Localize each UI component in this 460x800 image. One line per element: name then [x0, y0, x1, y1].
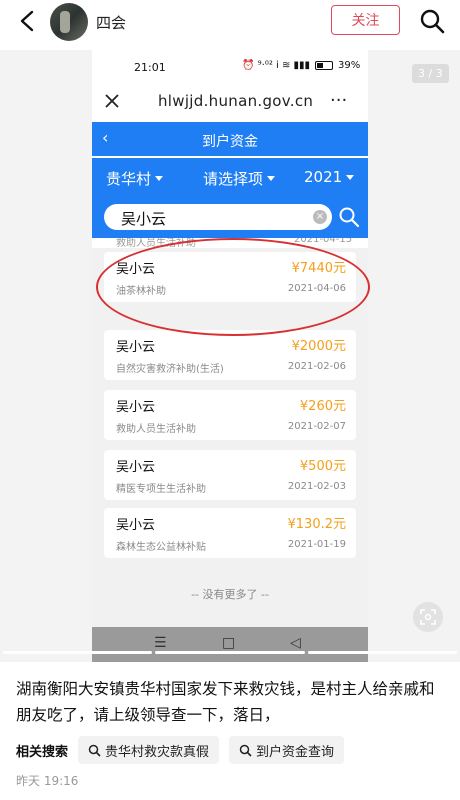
list-item[interactable]: 吴小云 ¥7440元 油茶林补助 2021-04-06: [104, 252, 356, 302]
post-caption: 湖南衡阳大安镇贵华村国家发下来救灾钱，是村主人给亲戚和朋友吃了，请上级领导查一下…: [16, 680, 435, 724]
record-name: 吴小云: [116, 340, 156, 355]
record-amount: ¥7440元: [291, 261, 346, 276]
record-name: 吴小云: [116, 262, 156, 277]
related-search-chip[interactable]: 到户资金查询: [229, 736, 345, 764]
close-icon[interactable]: [102, 91, 122, 111]
list-item-partial: 救助人员生活补助 2021-04-15: [92, 238, 368, 248]
page-title: 到户资金: [202, 134, 258, 150]
search-icon: [88, 744, 101, 757]
chip-label: 贵华村救灾款真假: [105, 744, 210, 760]
dropdown-caret-icon: [346, 174, 355, 180]
record-date: 2021-04-06: [287, 283, 346, 294]
top-bar: 四会 关注: [0, 0, 460, 44]
dropdown-caret-icon: [267, 176, 276, 181]
record-date: 2021-02-03: [287, 481, 346, 492]
list-item[interactable]: 吴小云 ¥130.2元 森林生态公益林补贴 2021-01-19: [104, 508, 356, 558]
record-type: 油茶林补助: [116, 286, 166, 297]
status-icons: ⏰ ⁹·⁰² 𝗂 ≋ ▮▮▮ 39%: [242, 60, 360, 71]
related-search-chip[interactable]: 贵华村救灾款真假: [78, 736, 220, 764]
battery-percent: 39%: [338, 60, 361, 71]
record-date: 2021-02-07: [287, 421, 346, 432]
year-dropdown[interactable]: 2021: [304, 168, 355, 186]
battery-icon: [315, 61, 334, 70]
search-icon: [239, 744, 252, 757]
clear-icon[interactable]: ×: [313, 210, 327, 224]
record-type: 精医专项生生活补助: [116, 484, 206, 495]
village-label: 贵华村: [106, 170, 152, 188]
related-label: 相关搜索: [16, 744, 69, 760]
village-dropdown[interactable]: 贵华村: [106, 168, 164, 189]
chip-label: 到户资金查询: [256, 744, 335, 760]
more-menu-icon[interactable]: ···: [330, 90, 347, 111]
username[interactable]: 四会: [96, 12, 126, 33]
option-label: 请选择项: [203, 170, 264, 188]
record-type: 救助人员生活补助: [116, 424, 196, 435]
year-label: 2021: [304, 168, 343, 186]
post-timestamp: 昨天 19:16: [16, 774, 79, 788]
record-name: 吴小云: [116, 460, 156, 475]
browser-url: hlwjjd.hunan.gov.cn: [158, 92, 314, 110]
progress-segment: [3, 651, 153, 654]
search-field[interactable]: 吴小云 ×: [104, 204, 332, 230]
browser-bar: hlwjjd.hunan.gov.cn ···: [92, 84, 368, 120]
search-icon: [420, 9, 445, 34]
progress-segment: [307, 651, 457, 654]
image-counter: 3 / 3: [412, 64, 449, 83]
search-value: 吴小云: [121, 210, 167, 228]
record-amount: ¥130.2元: [287, 517, 347, 532]
option-dropdown[interactable]: 请选择项: [203, 168, 276, 189]
image-progress: [0, 651, 460, 654]
record-name: 吴小云: [116, 518, 156, 533]
zoom-button[interactable]: [413, 602, 443, 632]
status-time: 21:01: [134, 61, 166, 74]
scan-icon: [420, 609, 436, 625]
chevron-left-icon: [20, 10, 34, 32]
back-button[interactable]: [12, 6, 42, 36]
follow-button[interactable]: 关注: [331, 5, 400, 35]
progress-segment: [155, 651, 305, 654]
search-icon[interactable]: [338, 206, 360, 228]
search-button[interactable]: [418, 7, 446, 35]
record-amount: ¥260元: [299, 399, 346, 414]
avatar[interactable]: [50, 3, 88, 41]
page-header: ‹ 到户资金: [92, 122, 368, 156]
record-name: 吴小云: [116, 400, 156, 415]
list-item[interactable]: 吴小云 ¥260元 救助人员生活补助 2021-02-07: [104, 390, 356, 440]
list-item[interactable]: 吴小云 ¥500元 精医专项生生活补助 2021-02-03: [104, 450, 356, 500]
phone-screenshot: 21:01 ⏰ ⁹·⁰² 𝗂 ≋ ▮▮▮ 39% hlwjjd.hunan.go…: [92, 50, 368, 662]
post-screen: 四会 关注 21:01 ⏰ ⁹·⁰² 𝗂 ≋ ▮▮▮ 39% hlwjjd.hu…: [0, 0, 460, 800]
home-key-icon: □: [222, 635, 236, 651]
status-indicator-icons: ⏰ ⁹·⁰² 𝗂 ≋ ▮▮▮: [242, 60, 311, 71]
phone-nav-bar: ☰ □ ◁: [92, 627, 368, 662]
no-more-text: -- 没有更多了 --: [191, 588, 269, 601]
record-type: 自然灾害救济补助(生活): [116, 364, 224, 375]
record-type: 森林生态公益林补贴: [116, 542, 206, 553]
record-date: 2021-02-06: [287, 361, 346, 372]
menu-key-icon: ☰: [154, 635, 167, 651]
record-type: 救助人员生活补助: [116, 238, 196, 248]
record-amount: ¥2000元: [291, 339, 346, 354]
record-date: 2021-01-19: [287, 539, 346, 550]
dropdown-caret-icon: [155, 176, 164, 181]
related-searches: 相关搜索 贵华村救灾款真假 到户资金查询: [16, 736, 345, 764]
phone-status-bar: 21:01 ⏰ ⁹·⁰² 𝗂 ≋ ▮▮▮ 39%: [92, 50, 368, 84]
list-item[interactable]: 吴小云 ¥2000元 自然灾害救济补助(生活) 2021-02-06: [104, 330, 356, 380]
filter-bar: 贵华村 请选择项 2021 吴小云 ×: [92, 158, 368, 238]
record-date: 2021-04-15: [294, 238, 353, 245]
back-key-icon: ◁: [290, 635, 301, 651]
record-amount: ¥500元: [299, 459, 346, 474]
media-viewer[interactable]: 21:01 ⏰ ⁹·⁰² 𝗂 ≋ ▮▮▮ 39% hlwjjd.hunan.go…: [0, 50, 460, 662]
